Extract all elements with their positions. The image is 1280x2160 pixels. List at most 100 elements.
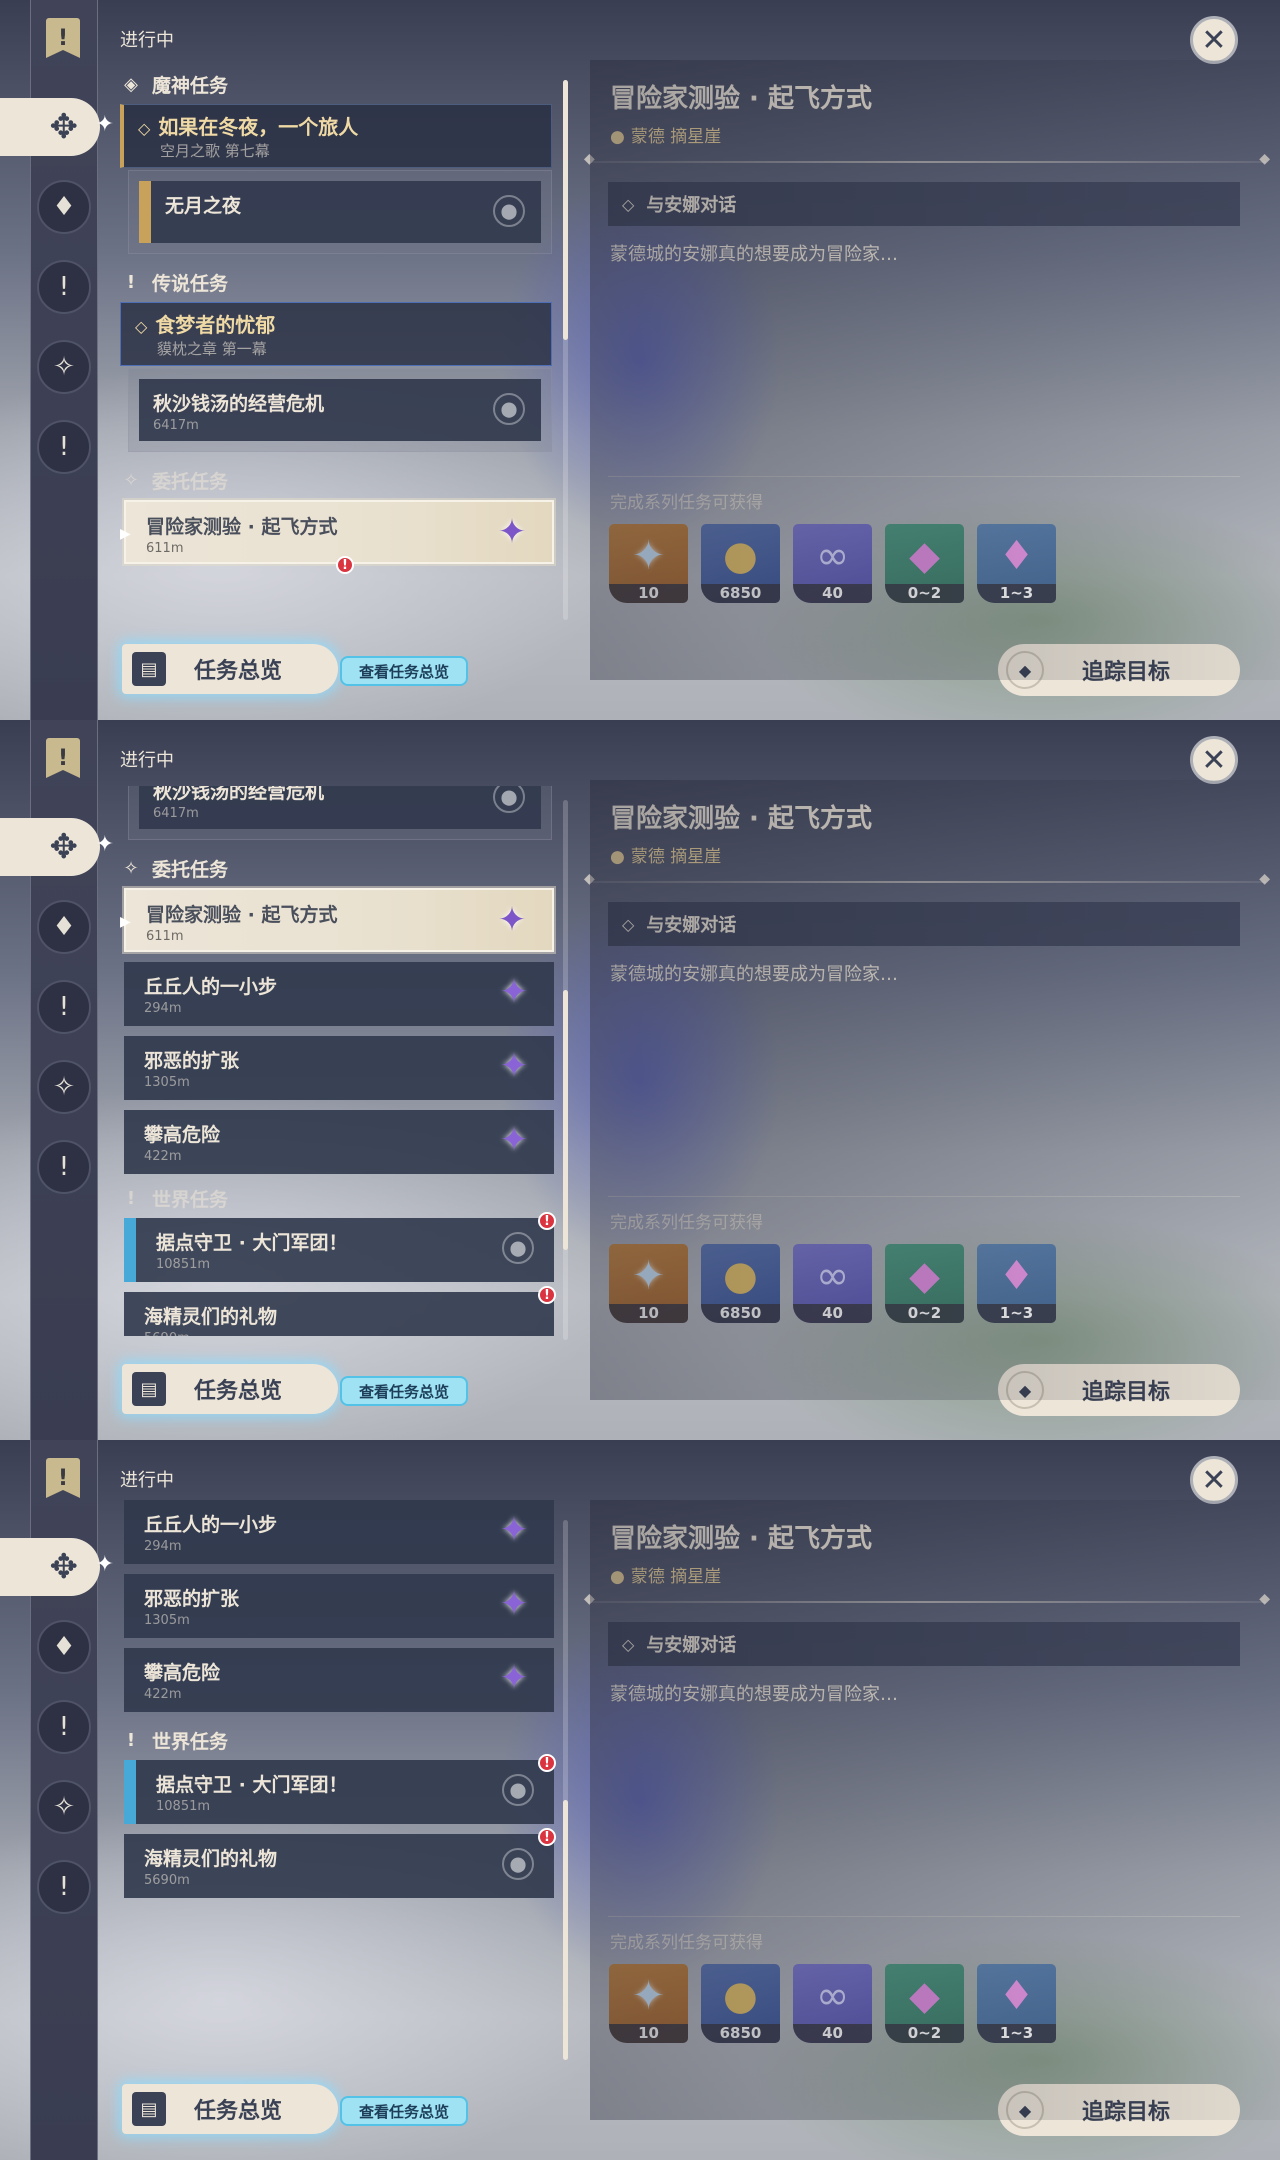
legend-quest-group[interactable]: ◇ 食梦者的忧郁 貘枕之章 第一幕 [120,302,552,366]
list-scrollbar[interactable] [563,80,568,620]
commission-quest[interactable]: 邪恶的扩张 1305m ✦ [124,1574,554,1638]
overview-tip-badge[interactable]: 查看任务总览 [340,1376,468,1406]
quest-category-all-icon[interactable]: ✥ ✦ [0,818,114,876]
quest-category-world-icon[interactable]: ! [37,1140,91,1194]
primogem-reward[interactable]: ✦ 10 [609,1964,688,2043]
quest-overview-button[interactable]: ▤ 任务总览 [122,2084,338,2134]
quest-objective: ◇ 与安娜对话 [608,902,1240,946]
quest-list[interactable]: ◈ 魔神任务 ◇ 如果在冬夜，一个旅人 空月之歌 第七幕 无月之夜 ⬤ ! 传说任务 … [120,66,560,616]
quest-detail-title: 冒险家测验 · 起飞方式 [610,804,872,834]
commission-quest[interactable]: 攀高危险 422m ✦ [124,1110,554,1174]
list-scrollbar[interactable] [563,1520,568,2060]
fine-enhancement-ore-reward[interactable]: ♦ 1~3 [977,1244,1056,1323]
quest-category-legend-icon[interactable]: ! [37,260,91,314]
sub-quest-title: 秋沙钱汤的经营危机 [153,786,325,803]
quest-list[interactable]: 秋沙钱汤的经营危机 6417m ⬤ ✧ 委托任务 ▶ 冒险家测验 · 起飞方式 6… [120,786,560,1336]
track-label: 追踪目标 [1082,1380,1171,1405]
overview-label: 任务总览 [194,1379,283,1404]
overview-tip-badge[interactable]: 查看任务总览 [340,656,468,686]
commission-quest[interactable]: 攀高危险 422m ✦ [124,1648,554,1712]
archon-sub-quest[interactable]: 无月之夜 ⬤ [139,181,541,243]
world-quest[interactable]: 海精灵们的礼物 5690m ! [124,1286,556,1336]
track-target-button[interactable]: ◆ 追踪目标 [998,1364,1240,1416]
section-commission-label: 委托任务 [152,858,229,881]
quest-distance: 422m [144,1687,182,1702]
fine-enhancement-ore-reward[interactable]: ♦ 1~3 [977,1964,1056,2043]
quest-category-archon-icon[interactable]: ♦ [37,900,91,954]
commission-quest[interactable]: 邪恶的扩张 1305m ✦ [124,1036,554,1100]
list-scrollbar[interactable] [563,800,568,1340]
fine-enhancement-ore-reward[interactable]: ♦ 1~3 [977,524,1056,603]
legend-sub-quest[interactable]: 秋沙钱汤的经营危机 6417m ⬤ [139,786,541,829]
reward-count: 1~3 [977,1304,1056,1323]
header-in-progress: 进行中 [120,750,174,771]
archon-group-subtitle: 空月之歌 第七幕 [160,142,270,160]
scroll-thumb[interactable] [563,990,568,1250]
quest-category-world-icon[interactable]: ! [37,420,91,474]
world-quest[interactable]: 据点守卫 · 大门军团！ 10851m ⬤ ! [124,1212,556,1282]
scroll-thumb[interactable] [563,80,568,340]
quest-title: 海精灵们的礼物 [144,1848,278,1870]
quest-category-archon-icon[interactable]: ♦ [37,180,91,234]
enhancement-ore-reward[interactable]: ◆ 0~2 [885,1964,964,2043]
track-target-button[interactable]: ◆ 追踪目标 [998,644,1240,696]
overview-icon: ▤ [132,1372,166,1406]
close-button[interactable]: ✕ [1190,736,1238,784]
commission-quest-selected[interactable]: ▶ 冒险家测验 · 起飞方式 611m ✦ [120,888,554,952]
commission-quest-selected[interactable]: ▶ 冒险家测验 · 起飞方式 611m ✦ ! [120,500,554,574]
commission-quest[interactable]: 丘丘人的一小步 294m ✦ [124,962,554,1026]
objective-label: 与安娜对话 [646,915,737,936]
quest-location: 蒙德 摘星崖 [630,1567,722,1587]
location-pin-icon[interactable]: ⬤ [502,1848,534,1880]
archon-quest-group[interactable]: ◇ 如果在冬夜，一个旅人 空月之歌 第七幕 [120,104,552,168]
quest-title: 冒险家测验 · 起飞方式 [146,516,338,538]
quest-category-commission-icon[interactable]: ✧ [37,1780,91,1834]
reward-divider [608,1916,1240,1917]
track-target-button[interactable]: ◆ 追踪目标 [998,2084,1240,2136]
mora-reward[interactable]: ● 6850 [701,1964,780,2043]
location-pin-icon[interactable]: ⬤ [502,1774,534,1806]
primogem-reward[interactable]: ✦ 10 [609,524,688,603]
overview-tip-badge[interactable]: 查看任务总览 [340,2096,468,2126]
section-world: ! 世界任务 [120,1722,560,1758]
quest-overview-button[interactable]: ▤ 任务总览 [122,644,338,694]
quest-list[interactable]: 丘丘人的一小步 294m ✦ 邪恶的扩张 1305m ✦ 攀高危险 422m ✦… [120,1500,560,2050]
world-quest[interactable]: 据点守卫 · 大门军团！ 10851m ⬤ ! [124,1754,556,1824]
quest-category-all-icon[interactable]: ✥ ✦ [0,98,114,156]
mora-reward[interactable]: ● 6850 [701,1244,780,1323]
primogem-icon: ✦ [631,1973,666,2019]
legend-sub-quest[interactable]: 秋沙钱汤的经营危机 6417m ⬤ [139,379,541,441]
quest-overview-button[interactable]: ▤ 任务总览 [122,1364,338,1414]
location-pin-icon[interactable]: ⬤ [493,393,525,425]
quest-category-legend-icon[interactable]: ! [37,1700,91,1754]
quest-category-commission-icon[interactable]: ✧ [37,340,91,394]
adventure-exp-reward[interactable]: ∞ 40 [793,524,872,603]
commission-star-icon: ✦ [497,512,527,552]
location-pin-icon[interactable]: ⬤ [493,195,525,227]
mora-reward[interactable]: ● 6850 [701,524,780,603]
close-button[interactable]: ✕ [1190,16,1238,64]
legend-quest-icon: ! [126,271,136,293]
reward-label: 完成系列任务可获得 [610,1933,763,1953]
quest-category-archon-icon[interactable]: ♦ [37,1620,91,1674]
quest-category-world-icon[interactable]: ! [37,1860,91,1914]
reward-count: 10 [609,1304,688,1323]
quest-objective: ◇ 与安娜对话 [608,1622,1240,1666]
close-button[interactable]: ✕ [1190,1456,1238,1504]
quest-category-legend-icon[interactable]: ! [37,980,91,1034]
adventure-exp-reward[interactable]: ∞ 40 [793,1244,872,1323]
location-pin-icon[interactable]: ⬤ [502,1232,534,1264]
objective-diamond-icon: ◇ [622,914,635,934]
enhancement-ore-reward[interactable]: ◆ 0~2 [885,524,964,603]
world-quest[interactable]: 海精灵们的礼物 5690m ⬤ ! [124,1828,556,1898]
sub-quest-distance: 6417m [153,418,199,433]
enhancement-ore-reward[interactable]: ◆ 0~2 [885,1244,964,1323]
commission-quest-icon: ✧ [123,857,139,879]
adventure-exp-reward[interactable]: ∞ 40 [793,1964,872,2043]
quest-category-all-icon[interactable]: ✥ ✦ [0,1538,114,1596]
header-in-progress: 进行中 [120,1470,174,1491]
quest-category-commission-icon[interactable]: ✧ [37,1060,91,1114]
commission-quest[interactable]: 丘丘人的一小步 294m ✦ [124,1500,554,1564]
primogem-reward[interactable]: ✦ 10 [609,1244,688,1323]
scroll-thumb[interactable] [563,1800,568,2060]
